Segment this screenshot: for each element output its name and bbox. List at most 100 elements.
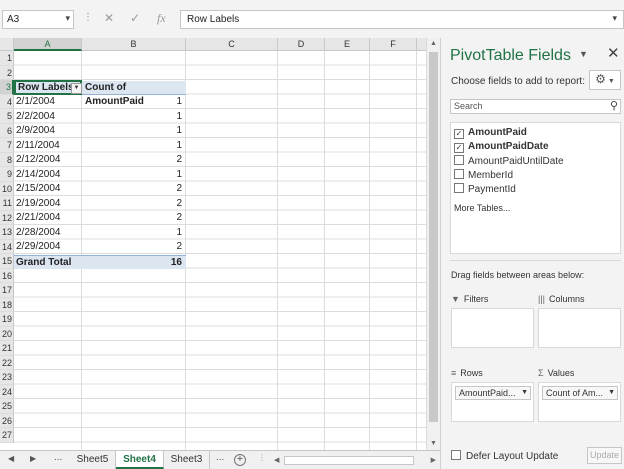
column-header-e[interactable]: E — [325, 38, 370, 51]
field-item-paymentid[interactable]: PaymentId — [454, 183, 516, 195]
column-header-f[interactable]: F — [370, 38, 417, 51]
tab-sheet5[interactable]: Sheet5 — [70, 451, 116, 469]
more-sheets-right[interactable]: ... — [216, 452, 224, 463]
row-header-4[interactable]: 4 — [0, 94, 14, 109]
pivot-row[interactable]: 2/1/2004 1 — [14, 95, 186, 109]
pivot-row[interactable]: 2/9/2004 1 — [14, 124, 186, 138]
insert-function-icon[interactable]: fx — [157, 11, 166, 26]
row-header-2[interactable]: 2 — [0, 65, 14, 80]
row-header-12[interactable]: 12 — [0, 210, 14, 225]
values-drop-zone[interactable]: Count of Am... ▼ — [538, 382, 621, 422]
tab-splitter-icon[interactable]: ⋮ — [258, 453, 266, 462]
chevron-down-icon[interactable]: ▼ — [608, 387, 615, 399]
enter-icon[interactable]: ✓ — [130, 11, 140, 25]
update-button[interactable]: Update — [587, 447, 622, 464]
row-header-9[interactable]: 9 — [0, 167, 14, 182]
row-header-20[interactable]: 20 — [0, 326, 14, 341]
column-header-a[interactable]: A — [14, 38, 82, 51]
checkbox-icon[interactable] — [454, 169, 464, 179]
pivot-row[interactable]: 2/29/2004 2 — [14, 240, 186, 254]
rows-field-pill[interactable]: AmountPaid... ▼ — [455, 386, 531, 400]
field-search-input[interactable]: Search ⚲ — [450, 99, 621, 114]
row-header-8[interactable]: 8 — [0, 152, 14, 167]
row-header-11[interactable]: 11 — [0, 196, 14, 211]
vertical-scrollbar[interactable]: ▲ ▼ — [426, 38, 440, 450]
select-all-corner[interactable] — [0, 38, 14, 51]
prev-sheet-icon[interactable]: ◀ — [8, 454, 14, 463]
tab-sheet4[interactable]: Sheet4 — [116, 451, 164, 469]
values-field-pill[interactable]: Count of Am... ▼ — [542, 386, 618, 400]
defer-checkbox[interactable] — [451, 450, 461, 460]
next-sheet-icon[interactable]: ▶ — [30, 454, 36, 463]
row-header-15[interactable]: 15 — [0, 254, 14, 269]
row-header-6[interactable]: 6 — [0, 123, 14, 138]
row-header-22[interactable]: 22 — [0, 355, 14, 370]
row-header-23[interactable]: 23 — [0, 370, 14, 385]
chevron-down-icon[interactable]: ▾ — [65, 13, 70, 24]
formula-input[interactable]: Row Labels ▾ — [180, 10, 624, 29]
pane-options-icon[interactable]: ▼ — [579, 49, 588, 59]
rows-drop-zone[interactable]: AmountPaid... ▼ — [451, 382, 534, 422]
pivot-row[interactable]: 2/28/2004 1 — [14, 226, 186, 240]
tab-sheet3[interactable]: Sheet3 — [164, 451, 210, 469]
scroll-left-icon[interactable]: ◀ — [274, 455, 279, 466]
close-icon[interactable]: ✕ — [607, 44, 620, 62]
cancel-icon[interactable]: ✕ — [104, 11, 114, 25]
row-header-14[interactable]: 14 — [0, 239, 14, 254]
field-item-amountpaiduntildate[interactable]: AmountPaidUntilDate — [454, 155, 564, 167]
row-header-19[interactable]: 19 — [0, 312, 14, 327]
row-header-1[interactable]: 1 — [0, 51, 14, 66]
row-header-3[interactable]: 3 — [0, 80, 14, 95]
drag-handle-icon[interactable]: ⋮ — [83, 12, 93, 23]
scroll-thumb[interactable] — [429, 52, 438, 422]
columns-drop-zone[interactable] — [538, 308, 621, 348]
scroll-up-icon[interactable]: ▲ — [427, 38, 440, 50]
more-tables-link[interactable]: More Tables... — [454, 203, 510, 213]
row-header-25[interactable]: 25 — [0, 399, 14, 414]
row-header-7[interactable]: 7 — [0, 138, 14, 153]
row-header-10[interactable]: 10 — [0, 181, 14, 196]
column-header-d[interactable]: D — [278, 38, 325, 51]
filter-dropdown-icon[interactable]: ▼ — [71, 82, 82, 94]
add-sheet-button[interactable]: + — [234, 454, 246, 466]
column-header-b[interactable]: B — [82, 38, 186, 51]
pivot-row[interactable]: 2/2/2004 1 — [14, 110, 186, 124]
defer-layout-update[interactable]: Defer Layout Update — [451, 450, 558, 462]
checkbox-icon[interactable] — [454, 155, 464, 165]
row-header-5[interactable]: 5 — [0, 109, 14, 124]
row-header-16[interactable]: 16 — [0, 268, 14, 283]
scroll-down-icon[interactable]: ▼ — [427, 438, 440, 450]
pivot-row[interactable]: 2/14/2004 1 — [14, 168, 186, 182]
pivot-header-row[interactable]: Row Labels ▼ Count of AmountPaid — [14, 79, 186, 107]
row-header-13[interactable]: 13 — [0, 225, 14, 240]
pivot-row[interactable]: 2/12/2004 2 — [14, 153, 186, 167]
row-header-18[interactable]: 18 — [0, 297, 14, 312]
checkbox-checked-icon[interactable]: ✓ — [454, 143, 464, 153]
pivot-row[interactable]: 2/15/2004 2 — [14, 182, 186, 196]
field-item-amountpaiddate[interactable]: ✓ AmountPaidDate — [454, 141, 549, 153]
row-header-21[interactable]: 21 — [0, 341, 14, 356]
more-sheets-left[interactable]: ... — [54, 452, 62, 463]
pivot-row-labels-header[interactable]: Row Labels ▼ — [14, 79, 82, 95]
filters-drop-zone[interactable] — [451, 308, 534, 348]
pivot-row[interactable]: 2/19/2004 2 — [14, 197, 186, 211]
spreadsheet-grid[interactable]: A B C D E F 1 2 3 4 5 6 7 8 9 10 11 12 13 14 15 16 17 18 1… — [0, 38, 440, 450]
pivot-grand-total-row[interactable]: Grand Total 16 — [14, 255, 186, 269]
tools-button[interactable]: ⚙ ▼ — [589, 70, 621, 90]
scroll-right-icon[interactable]: ▶ — [431, 455, 436, 466]
pivot-row[interactable]: 2/11/2004 1 — [14, 139, 186, 153]
pivot-row[interactable]: 2/21/2004 2 — [14, 211, 186, 225]
row-header-24[interactable]: 24 — [0, 384, 14, 399]
row-header-26[interactable]: 26 — [0, 413, 14, 428]
row-header-27[interactable]: 27 — [0, 428, 14, 443]
checkbox-icon[interactable] — [454, 183, 464, 193]
column-header-c[interactable]: C — [186, 38, 278, 51]
field-item-memberid[interactable]: MemberId — [454, 169, 513, 181]
field-item-amountpaid[interactable]: ✓ AmountPaid — [454, 127, 527, 139]
hscroll-thumb[interactable] — [284, 456, 414, 465]
chevron-down-icon[interactable]: ▼ — [521, 387, 528, 399]
name-box[interactable]: A3 ▾ — [2, 10, 74, 29]
row-header-17[interactable]: 17 — [0, 283, 14, 298]
chevron-down-icon[interactable]: ▾ — [612, 13, 617, 24]
horizontal-scrollbar[interactable]: ◀ ▶ — [272, 455, 440, 466]
